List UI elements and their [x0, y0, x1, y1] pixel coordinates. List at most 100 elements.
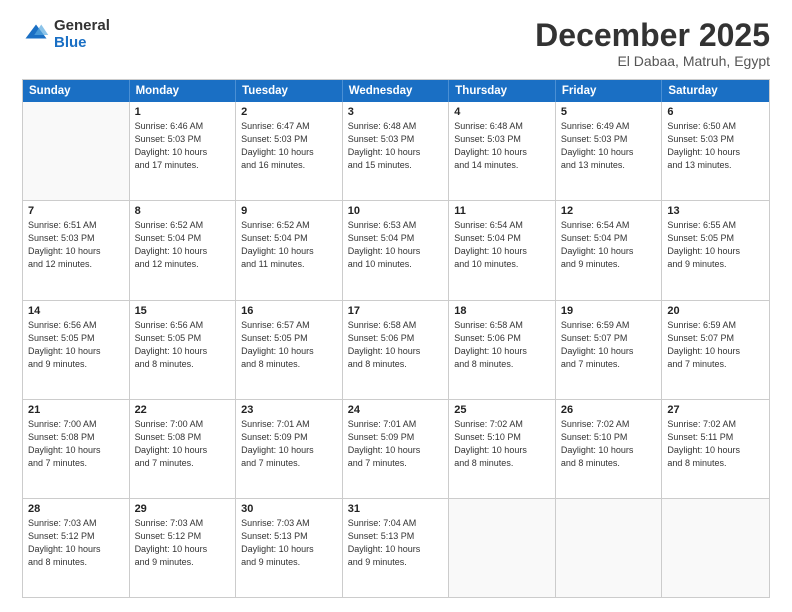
header-sunday: Sunday [23, 80, 130, 102]
title-location: El Dabaa, Matruh, Egypt [535, 53, 770, 69]
cal-cell-week5-day4: 31 Sunrise: 7:04 AM Sunset: 5:13 PM Dayli… [343, 499, 450, 597]
cell-info: Sunrise: 6:56 AM Sunset: 5:05 PM Dayligh… [135, 319, 231, 371]
cal-cell-week4-day2: 22Sunrise: 7:00 AM Sunset: 5:08 PM Dayli… [130, 400, 237, 498]
cell-info: Sunrise: 6:48 AM Sunset: 5:03 PM Dayligh… [348, 120, 444, 172]
cell-info: Sunrise: 6:49 AM Sunset: 5:03 PM Dayligh… [561, 120, 657, 172]
day-number: 10 [348, 205, 444, 217]
day-number: 15 [135, 305, 231, 317]
day-number: 24 [348, 404, 444, 416]
day-number: 14 [28, 305, 124, 317]
logo: General Blue [22, 18, 110, 51]
cal-cell-week3-day2: 15 Sunrise: 6:56 AM Sunset: 5:05 PM Dayli… [130, 301, 237, 399]
logo-blue-text: Blue [54, 35, 110, 52]
cell-info: Sunrise: 6:58 AM Sunset: 5:06 PM Dayligh… [454, 319, 550, 371]
header-thursday: Thursday [449, 80, 556, 102]
header-saturday: Saturday [662, 80, 769, 102]
logo-general-text: General [54, 18, 110, 35]
title-month: December 2025 [535, 18, 770, 53]
cell-info: Sunrise: 6:50 AM Sunset: 5:03 PM Dayligh… [667, 120, 764, 172]
cell-info: Sunrise: 6:51 AM Sunset: 5:03 PM Dayligh… [28, 219, 124, 271]
cal-cell-week1-day5: 4Sunrise: 6:48 AM Sunset: 5:03 PM Daylig… [449, 102, 556, 200]
cal-cell-week5-day7 [662, 499, 769, 597]
cal-cell-week4-day3: 23Sunrise: 7:01 AM Sunset: 5:09 PM Dayli… [236, 400, 343, 498]
day-number: 17 [348, 305, 444, 317]
calendar: Sunday Monday Tuesday Wednesday Thursday… [22, 79, 770, 598]
cal-cell-week3-day1: 14Sunrise: 6:56 AM Sunset: 5:05 PM Dayli… [23, 301, 130, 399]
day-number: 6 [667, 106, 764, 118]
calendar-row-4: 21 Sunrise: 7:00 AM Sunset: 5:08 PM Dayli… [23, 399, 769, 498]
cell-info: Sunrise: 7:02 AM Sunset: 5:10 PM Dayligh… [561, 418, 657, 470]
day-number: 19 [561, 305, 657, 317]
day-number: 2 [241, 106, 337, 118]
calendar-row-1: 1 Sunrise: 6:46 AM Sunset: 5:03 PM Daylig… [23, 102, 769, 200]
day-number: 25 [454, 404, 550, 416]
day-number: 20 [667, 305, 764, 317]
title-block: December 2025 El Dabaa, Matruh, Egypt [535, 18, 770, 69]
cal-cell-week2-day5: 11 Sunrise: 6:54 AM Sunset: 5:04 PM Dayli… [449, 201, 556, 299]
cal-cell-week3-day6: 19 Sunrise: 6:59 AM Sunset: 5:07 PM Dayli… [556, 301, 663, 399]
cal-cell-week5-day6 [556, 499, 663, 597]
cell-info: Sunrise: 6:57 AM Sunset: 5:05 PM Dayligh… [241, 319, 337, 371]
cal-cell-week1-day3: 2Sunrise: 6:47 AM Sunset: 5:03 PM Daylig… [236, 102, 343, 200]
cal-cell-week2-day1: 7Sunrise: 6:51 AM Sunset: 5:03 PM Daylig… [23, 201, 130, 299]
calendar-header: Sunday Monday Tuesday Wednesday Thursday… [23, 80, 769, 102]
calendar-row-5: 28Sunrise: 7:03 AM Sunset: 5:12 PM Dayli… [23, 498, 769, 597]
day-number: 31 [348, 503, 444, 515]
cell-info: Sunrise: 7:01 AM Sunset: 5:09 PM Dayligh… [241, 418, 337, 470]
header-tuesday: Tuesday [236, 80, 343, 102]
cal-cell-week3-day5: 18 Sunrise: 6:58 AM Sunset: 5:06 PM Dayli… [449, 301, 556, 399]
cell-info: Sunrise: 7:00 AM Sunset: 5:08 PM Dayligh… [28, 418, 124, 470]
cell-info: Sunrise: 7:01 AM Sunset: 5:09 PM Dayligh… [348, 418, 444, 470]
cell-info: Sunrise: 6:46 AM Sunset: 5:03 PM Dayligh… [135, 120, 231, 172]
cal-cell-week2-day7: 13Sunrise: 6:55 AM Sunset: 5:05 PM Dayli… [662, 201, 769, 299]
cal-cell-week4-day7: 27Sunrise: 7:02 AM Sunset: 5:11 PM Dayli… [662, 400, 769, 498]
cal-cell-week3-day3: 16 Sunrise: 6:57 AM Sunset: 5:05 PM Dayli… [236, 301, 343, 399]
cell-info: Sunrise: 6:52 AM Sunset: 5:04 PM Dayligh… [135, 219, 231, 271]
day-number: 21 [28, 404, 124, 416]
cell-info: Sunrise: 7:02 AM Sunset: 5:11 PM Dayligh… [667, 418, 764, 470]
cal-cell-week4-day1: 21 Sunrise: 7:00 AM Sunset: 5:08 PM Dayli… [23, 400, 130, 498]
cal-cell-week5-day1: 28Sunrise: 7:03 AM Sunset: 5:12 PM Dayli… [23, 499, 130, 597]
cell-info: Sunrise: 7:02 AM Sunset: 5:10 PM Dayligh… [454, 418, 550, 470]
day-number: 5 [561, 106, 657, 118]
header-monday: Monday [130, 80, 237, 102]
cell-info: Sunrise: 6:53 AM Sunset: 5:04 PM Dayligh… [348, 219, 444, 271]
day-number: 16 [241, 305, 337, 317]
day-number: 18 [454, 305, 550, 317]
calendar-row-3: 14 Sunrise: 6:56 AM Sunset: 5:05 PM Dayli… [23, 300, 769, 399]
day-number: 4 [454, 106, 550, 118]
day-number: 3 [348, 106, 444, 118]
cell-info: Sunrise: 6:54 AM Sunset: 5:04 PM Dayligh… [454, 219, 550, 271]
cal-cell-week2-day6: 12 Sunrise: 6:54 AM Sunset: 5:04 PM Dayli… [556, 201, 663, 299]
header: General Blue December 2025 El Dabaa, Mat… [22, 18, 770, 69]
day-number: 11 [454, 205, 550, 217]
day-number: 13 [667, 205, 764, 217]
day-number: 29 [135, 503, 231, 515]
cal-cell-week4-day4: 24 Sunrise: 7:01 AM Sunset: 5:09 PM Dayli… [343, 400, 450, 498]
cell-info: Sunrise: 7:03 AM Sunset: 5:12 PM Dayligh… [135, 517, 231, 569]
cal-cell-week5-day3: 30Sunrise: 7:03 AM Sunset: 5:13 PM Dayli… [236, 499, 343, 597]
cell-info: Sunrise: 7:04 AM Sunset: 5:13 PM Dayligh… [348, 517, 444, 569]
cal-cell-week1-day4: 3 Sunrise: 6:48 AM Sunset: 5:03 PM Daylig… [343, 102, 450, 200]
cal-cell-week1-day1 [23, 102, 130, 200]
cal-cell-week1-day7: 6 Sunrise: 6:50 AM Sunset: 5:03 PM Daylig… [662, 102, 769, 200]
day-number: 8 [135, 205, 231, 217]
cell-info: Sunrise: 7:03 AM Sunset: 5:13 PM Dayligh… [241, 517, 337, 569]
cell-info: Sunrise: 6:52 AM Sunset: 5:04 PM Dayligh… [241, 219, 337, 271]
header-wednesday: Wednesday [343, 80, 450, 102]
cell-info: Sunrise: 6:59 AM Sunset: 5:07 PM Dayligh… [561, 319, 657, 371]
day-number: 12 [561, 205, 657, 217]
cal-cell-week2-day3: 9Sunrise: 6:52 AM Sunset: 5:04 PM Daylig… [236, 201, 343, 299]
day-number: 1 [135, 106, 231, 118]
cal-cell-week5-day5 [449, 499, 556, 597]
calendar-body: 1 Sunrise: 6:46 AM Sunset: 5:03 PM Daylig… [23, 102, 769, 597]
page: General Blue December 2025 El Dabaa, Mat… [0, 0, 792, 612]
day-number: 26 [561, 404, 657, 416]
cal-cell-week4-day6: 26 Sunrise: 7:02 AM Sunset: 5:10 PM Dayli… [556, 400, 663, 498]
cell-info: Sunrise: 7:00 AM Sunset: 5:08 PM Dayligh… [135, 418, 231, 470]
calendar-row-2: 7Sunrise: 6:51 AM Sunset: 5:03 PM Daylig… [23, 200, 769, 299]
logo-text: General Blue [54, 18, 110, 51]
cal-cell-week2-day4: 10 Sunrise: 6:53 AM Sunset: 5:04 PM Dayli… [343, 201, 450, 299]
cell-info: Sunrise: 6:54 AM Sunset: 5:04 PM Dayligh… [561, 219, 657, 271]
header-friday: Friday [556, 80, 663, 102]
